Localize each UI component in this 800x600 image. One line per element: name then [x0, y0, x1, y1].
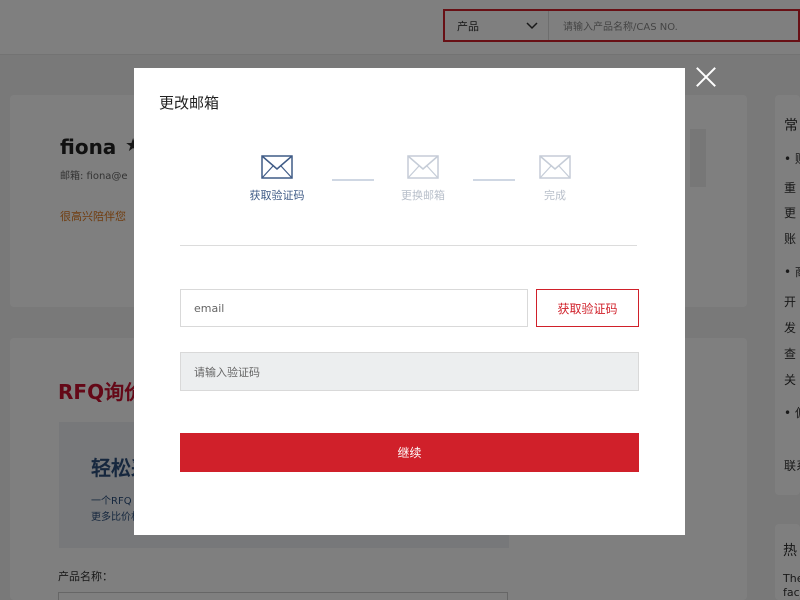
email-field[interactable]: email: [180, 289, 528, 327]
envelope-icon: [407, 155, 439, 179]
step-connector: [473, 179, 515, 181]
close-icon[interactable]: [693, 64, 719, 90]
step-connector: [332, 179, 374, 181]
envelope-icon: [539, 155, 571, 179]
step-label: 获取验证码: [249, 189, 305, 202]
step-get-code: 获取验证码: [237, 155, 317, 203]
step-label: 更换邮箱: [401, 189, 445, 202]
verification-code-input[interactable]: 请输入验证码: [180, 352, 639, 391]
dialog-title: 更改邮箱: [159, 94, 220, 112]
step-label: 完成: [544, 189, 566, 202]
continue-button[interactable]: 继续: [180, 433, 639, 472]
step-change-email: 更换邮箱: [383, 155, 463, 203]
envelope-icon: [261, 155, 293, 179]
change-email-dialog: 更改邮箱 获取验证码 更换邮箱 完成 email 获取验证码 请输入验证码 继续: [134, 68, 685, 535]
step-done: 完成: [515, 155, 595, 203]
get-code-button[interactable]: 获取验证码: [536, 289, 639, 327]
divider: [180, 245, 637, 246]
